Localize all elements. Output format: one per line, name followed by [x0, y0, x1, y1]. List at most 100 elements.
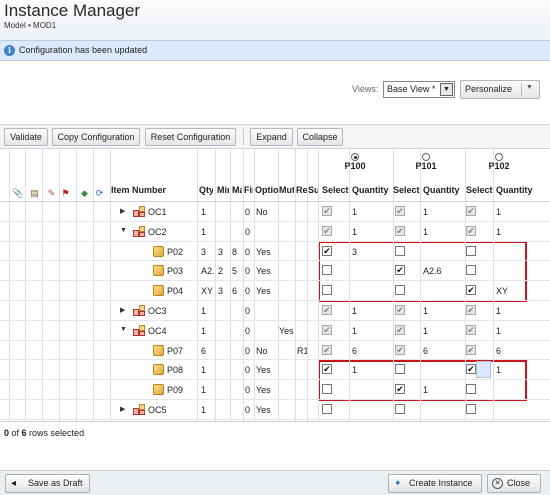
select-checkbox[interactable]: ✔ [466, 285, 476, 296]
select-checkbox[interactable] [395, 245, 405, 256]
col-min[interactable]: Min [217, 185, 229, 195]
quantity-cell[interactable]: 1 [423, 207, 428, 217]
validate-button[interactable]: Validate [4, 128, 48, 146]
col-quantity[interactable]: Quantity [352, 185, 389, 195]
col-find[interactable]: Find [244, 185, 253, 195]
quantity-cell[interactable]: 1 [423, 227, 428, 237]
cell-min: 3 [218, 246, 224, 257]
instance-radio-p100[interactable] [351, 153, 359, 161]
close-button[interactable]: ✕ Close [487, 474, 541, 493]
select-checkbox[interactable] [466, 384, 476, 395]
instance-radio-p102[interactable] [495, 153, 503, 161]
select-checkbox[interactable] [466, 245, 476, 256]
item-number[interactable]: P09 [167, 385, 183, 395]
item-number[interactable]: OC2 [148, 227, 167, 237]
quantity-cell[interactable]: XY [496, 286, 508, 296]
focused-cell[interactable] [476, 361, 491, 379]
select-checkbox[interactable]: ✔ [395, 384, 405, 395]
table-row[interactable]: P07 6 0 No R1 ✔ 6 ✔ 6 ✔ 6 [0, 341, 550, 361]
instance-radio-p101[interactable] [422, 153, 430, 161]
quantity-cell[interactable]: 6 [423, 346, 428, 356]
select-checkbox[interactable] [322, 265, 332, 276]
table-row[interactable]: ▼ OC2 1 0 ✔ 1 ✔ 1 ✔ 1 [0, 222, 550, 242]
col-mutually[interactable]: Mutually [279, 185, 294, 195]
select-checkbox[interactable] [322, 384, 332, 395]
item-number[interactable]: OC4 [148, 326, 167, 336]
col-quantity[interactable]: Quantity [423, 185, 460, 195]
quantity-cell[interactable]: 1 [423, 326, 428, 336]
item-number[interactable]: P02 [167, 247, 183, 257]
item-number[interactable]: P03 [167, 266, 183, 276]
quantity-cell[interactable]: 1 [352, 326, 357, 336]
quantity-cell[interactable]: 1 [496, 365, 501, 375]
select-checkbox[interactable]: ✔ [466, 364, 476, 375]
personalize-button[interactable]: Personalize ▼ [460, 80, 540, 99]
quantity-cell[interactable]: 6 [496, 346, 501, 356]
expand-icon[interactable]: ▶ [120, 405, 125, 413]
select-checkbox[interactable] [322, 404, 332, 414]
item-number[interactable]: P07 [167, 346, 183, 356]
item-number[interactable]: P04 [167, 286, 183, 296]
col-select[interactable]: Select [393, 185, 420, 195]
collapse-icon[interactable]: ▼ [120, 326, 127, 333]
expand-icon[interactable]: ▶ [120, 207, 125, 215]
select-checkbox[interactable] [395, 285, 405, 296]
select-checkbox[interactable]: ✔ [322, 245, 332, 256]
select-checkbox[interactable] [466, 404, 476, 414]
views-select[interactable]: Base View * ▼ [383, 81, 455, 98]
toolbar: Validate Copy Configuration Reset Config… [0, 124, 550, 148]
chevron-down-icon[interactable]: ▼ [526, 84, 533, 91]
quantity-cell[interactable]: 1 [423, 306, 428, 316]
table-row[interactable]: ▶ OC1 1 0 No ✔ 1 ✔ 1 ✔ 1 [0, 202, 550, 222]
quantity-cell[interactable]: 1 [496, 207, 501, 217]
item-number[interactable]: OC5 [148, 405, 167, 415]
col-select[interactable]: Select [322, 185, 349, 195]
col-max[interactable]: Max [232, 185, 242, 195]
table-row[interactable]: P03A2.6250Yes✔A2.6 [0, 261, 550, 281]
select-checkbox[interactable]: ✔ [395, 265, 405, 276]
table-row[interactable]: P04 XY 3 6 0 Yes ✔ XY [0, 281, 550, 301]
item-number[interactable]: OC3 [148, 306, 167, 316]
quantity-cell[interactable]: 1 [352, 227, 357, 237]
part-icon [153, 384, 164, 396]
dropdown-arrow-icon[interactable]: ▼ [440, 83, 453, 96]
select-checkbox[interactable] [395, 364, 405, 375]
save-as-draft-button[interactable]: ◂ Save as Draft [5, 474, 90, 493]
expand-icon[interactable]: ▶ [120, 306, 125, 314]
table-row[interactable]: ▶ OC3 1 0 ✔ 1 ✔ 1 ✔ 1 [0, 301, 550, 321]
select-checkbox[interactable] [322, 285, 332, 296]
collapse-icon[interactable]: ▼ [120, 227, 127, 234]
item-number[interactable]: P08 [167, 365, 183, 375]
select-checkbox[interactable]: ✔ [322, 364, 332, 375]
expand-button[interactable]: Expand [250, 128, 293, 146]
table-row[interactable]: P09 1 0 Yes ✔ 1 [0, 380, 550, 400]
item-number[interactable]: OC1 [148, 207, 167, 217]
table-row[interactable]: ▼ OC4 1 0 Yes ✔ 1 ✔ 1 ✔ 1 [0, 321, 550, 341]
reset-configuration-button[interactable]: Reset Configuration [145, 128, 236, 146]
quantity-cell[interactable]: 1 [496, 306, 501, 316]
col-optional[interactable]: Optional [255, 185, 278, 195]
table-row[interactable]: P08 1 0 Yes ✔ 1 ✔ 1 [0, 360, 550, 380]
col-select[interactable]: Select [466, 185, 493, 195]
quantity-cell[interactable]: 1 [352, 365, 357, 375]
col-ref[interactable]: Ref [296, 185, 307, 195]
table-row[interactable]: P02 3 3 8 0 Yes ✔ 3 [0, 242, 550, 262]
copy-configuration-button[interactable]: Copy Configuration [52, 128, 140, 146]
collapse-button[interactable]: Collapse [297, 128, 343, 146]
col-quantity[interactable]: Quantity [496, 185, 533, 195]
quantity-cell[interactable]: 1 [352, 207, 357, 217]
quantity-cell[interactable]: 6 [352, 346, 357, 356]
quantity-cell[interactable]: 3 [352, 247, 357, 257]
select-checkbox[interactable] [395, 404, 405, 414]
quantity-cell[interactable]: A2.6 [423, 266, 442, 276]
col-qty[interactable]: Qty [199, 185, 213, 195]
create-instance-button[interactable]: ✦ Create Instance [388, 474, 482, 493]
quantity-cell[interactable]: 1 [352, 306, 357, 316]
table-row[interactable]: ▶ OC5 1 0 Yes [0, 400, 550, 420]
select-checkbox[interactable] [466, 265, 476, 276]
col-sub[interactable]: Sub [308, 185, 318, 195]
quantity-cell[interactable]: 1 [423, 385, 428, 395]
col-item-number[interactable]: Item Number [111, 185, 197, 195]
quantity-cell[interactable]: 1 [496, 326, 501, 336]
quantity-cell[interactable]: 1 [496, 227, 501, 237]
